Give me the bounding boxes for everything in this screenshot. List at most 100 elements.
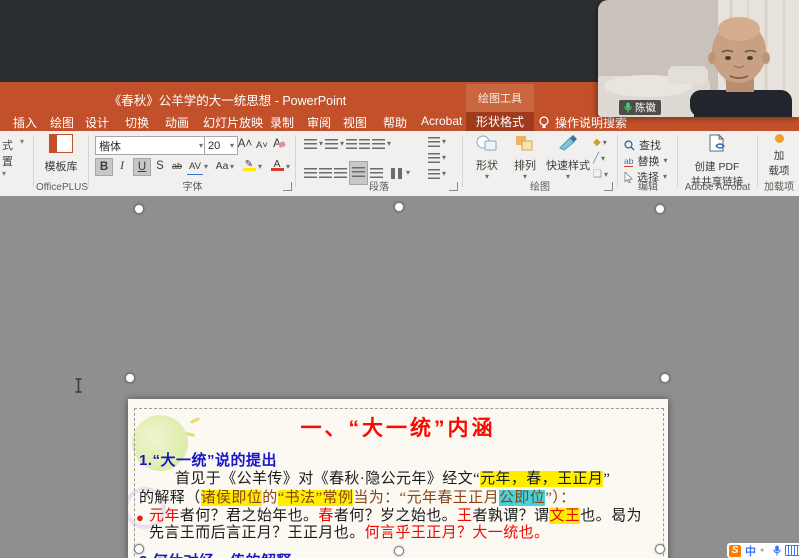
font-family-combo[interactable]: 楷体▾ [95,136,207,155]
selection-handle[interactable] [134,544,144,554]
decrease-indent-icon[interactable] [346,139,357,149]
char-spacing-button[interactable]: AV [187,158,203,175]
strikethrough-button[interactable]: ab [169,158,185,174]
slides-group-cut: 式 ▾ 置 ▾ [0,131,32,195]
underline-button[interactable]: U [133,158,151,176]
section1-heading[interactable]: 1.“大一统”说的提出 [139,449,277,470]
lightbulb-icon [538,116,550,130]
layout-button-cut[interactable]: 式 [2,137,13,153]
quick-styles-button[interactable]: 快速样式 ▾ [545,134,591,181]
distribute-icon[interactable] [370,168,383,178]
shape-fill-icon[interactable]: ◆ [593,137,601,148]
ribbon-tab[interactable]: 插入 [13,114,37,131]
group-label: OfficePLUS [36,182,86,193]
chevron-down-icon: ▾ [442,138,446,146]
ime-toolbar[interactable]: S 中 ●˙ [727,543,799,558]
selection-handle[interactable] [125,373,135,383]
ribbon-tab[interactable]: 动画 [165,114,189,131]
chevron-down-icon: ▾ [286,163,290,171]
shadow-button[interactable]: S [152,158,168,174]
slide-title[interactable]: 一、“大一统”内涵 [128,412,668,442]
paragraph-dialog-launcher[interactable] [449,182,458,191]
ribbon-tab[interactable]: 绘图 [50,114,74,131]
selection-handle[interactable] [660,373,670,383]
font-color-bar [271,168,284,171]
line-spacing-icon[interactable] [372,139,385,149]
ime-punctuation-icon[interactable]: ●˙ [760,547,769,554]
arrange-icon [514,134,536,152]
ribbon-tab[interactable]: 切换 [125,114,149,131]
chevron-down-icon: ▾ [603,139,607,147]
ribbon-tab[interactable]: Acrobat [421,114,462,128]
selection-handle[interactable] [655,544,665,554]
selection-handle[interactable] [394,202,404,212]
ribbon-tab[interactable]: 幻灯片放映 [203,114,263,131]
selection-handle[interactable] [134,204,144,214]
window-title: 《春秋》公羊学的大一统思想 - PowerPoint [0,90,455,109]
arrange-button[interactable]: 排列 ▾ [507,134,543,181]
shrink-font-button[interactable]: A˅ [254,137,270,153]
drawing-dialog-launcher[interactable] [604,182,613,191]
font-dialog-launcher[interactable] [283,182,292,191]
search-icon [624,140,635,151]
align-left-icon[interactable] [304,168,317,178]
shape-outline-icon[interactable]: ╱ [593,153,599,164]
font-size-combo[interactable]: 20▾ [204,136,238,155]
chevron-down-icon: ▾ [2,169,6,178]
ribbon-tab[interactable]: 设计 [85,114,109,131]
slide-canvas: 一、“大一统”内涵 1.“大一统”说的提出 首见于《公羊传》对《春秋·隐公元年》… [0,196,799,558]
participant-nametag: 陈徽 [619,100,661,115]
quick-styles-icon [557,134,579,152]
slide[interactable]: 一、“大一统”内涵 1.“大一统”说的提出 首见于《公羊传》对《春秋·隐公元年》… [128,399,668,558]
ime-mode-chinese[interactable]: 中 [745,543,756,558]
text-direction-icon[interactable] [428,137,440,147]
template-library-button[interactable]: 模板库 [39,134,83,174]
group-label: 段落 [298,178,460,193]
chevron-down-icon: ▾ [387,140,391,148]
tab-shape-format[interactable]: 形状格式 [466,112,534,131]
numbered-list-icon[interactable] [325,139,338,149]
align-right-icon[interactable] [334,168,347,178]
selection-handle[interactable] [655,204,665,214]
sogou-logo[interactable]: S [729,545,741,557]
align-center-icon[interactable] [319,168,332,178]
clear-format-button[interactable]: A [271,136,287,152]
chevron-down-icon: ▾ [406,169,410,177]
addins-button[interactable]: 加 载项 [761,134,797,178]
highlight-color-bar [243,168,256,171]
selection-handle[interactable] [394,546,404,556]
align-text-icon[interactable] [428,153,440,163]
ime-mic-icon[interactable] [773,545,781,556]
ime-keyboard-icon[interactable] [785,545,799,556]
grow-font-button[interactable]: A˄ [237,136,253,152]
create-pdf-button[interactable]: 创建 PDF 并共享链接 [685,134,749,189]
reset-button-cut[interactable]: 置 [2,153,13,169]
find-button[interactable]: 查找 [624,137,661,153]
bullet-list-icon[interactable] [304,139,317,149]
font-color-button[interactable]: A [269,157,285,173]
ribbon-tab[interactable]: 审阅 [307,114,331,131]
replace-button[interactable]: ab 替换 ▾ [624,153,667,169]
change-case-button[interactable]: Aa [214,158,230,174]
ribbon-tab[interactable]: 录制 [270,114,294,131]
ribbon: 式 ▾ 置 ▾ 模板库 OfficePLUS 楷体▾ 20▾ A˄ A˅ A [0,131,799,197]
bullet-paragraph[interactable]: ●元年者何？君之始年也。春者何？岁之始也。王者孰谓？谓文王也。曷为先言王而后言正… [136,508,668,542]
ribbon-tab[interactable]: 视图 [343,114,367,131]
paragraph[interactable]: 首见于《公羊传》对《春秋·隐公元年》经文“元年，春，王正月”的解释（诸侯即位的“… [139,470,661,508]
chevron-down-icon: ▾ [663,157,667,165]
group-separator [33,135,34,187]
group-separator [295,135,296,187]
paragraph-group: ▾ ▾ ▾ ▾ ▾ ▾ ▾ 段落 [298,131,460,195]
pdf-file-icon [706,134,728,154]
shapes-button[interactable]: 形状 ▾ [469,134,505,181]
bold-button[interactable]: B [95,158,113,176]
group-label: Adobe Acrobat [679,182,756,193]
columns-icon[interactable] [391,168,404,179]
section2-heading[interactable]: 2.何休对经、传的解释 [139,550,292,558]
drawing-group: 形状 ▾ 排列 ▾ 快速样式 ▾ ◆▾ ╱▾ ❏▾ [465,131,615,195]
highlight-color-button[interactable]: ✎ [241,157,257,173]
increase-indent-icon[interactable] [359,139,370,149]
ribbon-tab[interactable]: 帮助 [383,114,407,131]
italic-button[interactable]: I [114,158,130,174]
group-separator [677,135,678,187]
